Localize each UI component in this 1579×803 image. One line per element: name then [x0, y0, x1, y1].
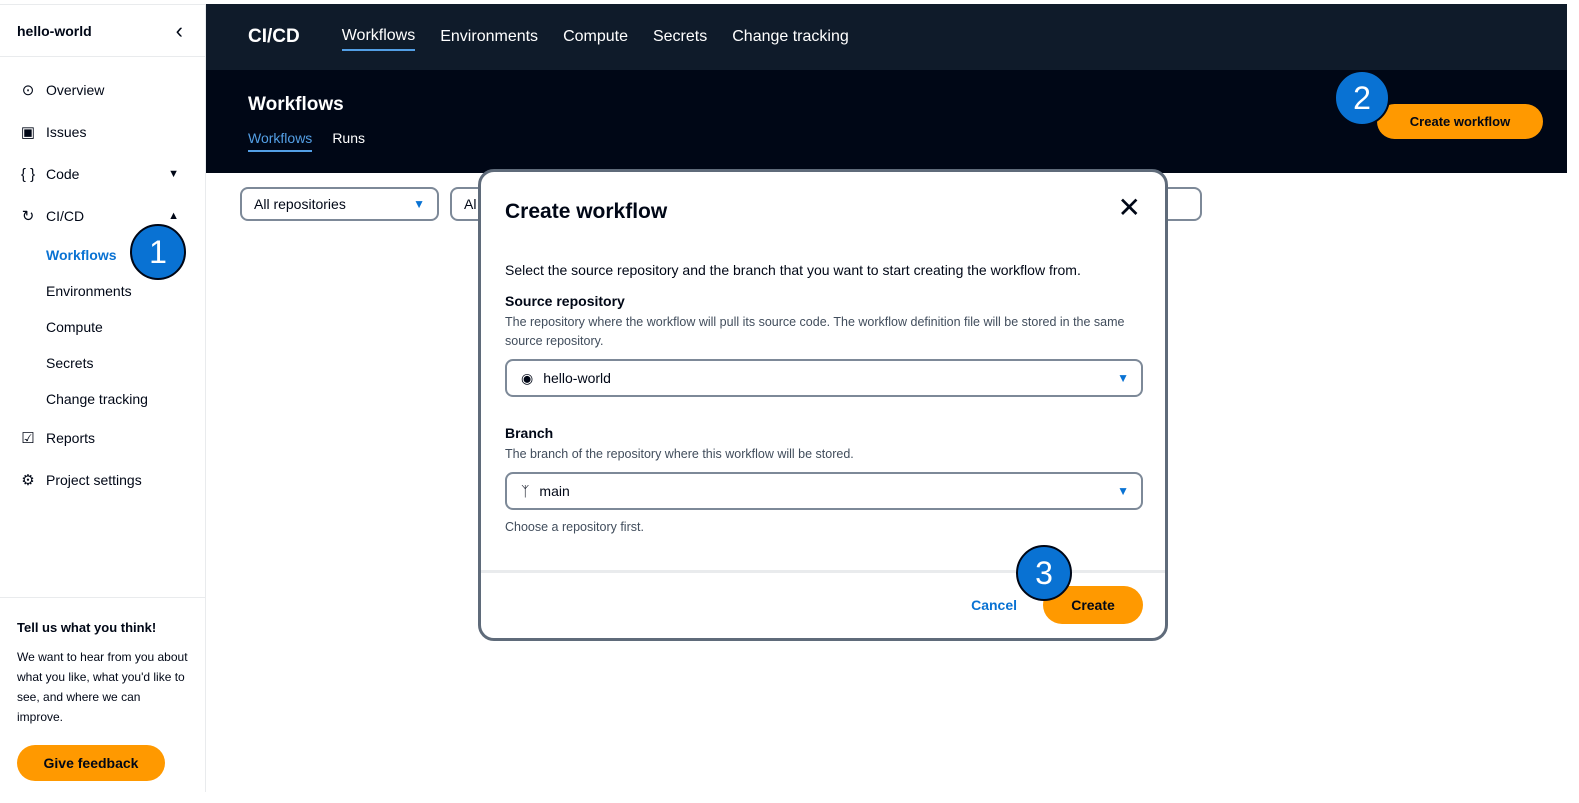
topnav-environments[interactable]: Environments [440, 24, 538, 50]
branch-label: Branch [505, 425, 554, 441]
repository-filter[interactable]: All repositories ▼ [240, 187, 439, 221]
create-workflow-button[interactable]: Create workflow [1377, 104, 1543, 139]
select-value: hello-world [543, 370, 611, 386]
caret-down-icon: ▼ [413, 197, 425, 211]
sidebar-subitem-change-tracking[interactable]: Change tracking [0, 381, 205, 417]
caret-down-icon: ▼ [1117, 371, 1129, 385]
topnav-secrets[interactable]: Secrets [653, 24, 707, 50]
tab-runs[interactable]: Runs [332, 130, 365, 152]
tab-workflows[interactable]: Workflows [248, 130, 313, 152]
source-repository-hint: The repository where the workflow will p… [505, 315, 1125, 348]
topnav-workflows[interactable]: Workflows [341, 23, 416, 51]
caret-down-icon: ▼ [1117, 484, 1129, 498]
give-feedback-button[interactable]: Give feedback [17, 745, 165, 781]
sidebar-item-project-settings[interactable]: ⚙ Project settings [0, 459, 205, 501]
sidebar-item-label: Code [46, 166, 80, 182]
select-value: main [539, 483, 570, 499]
feedback-text: We want to hear from you about what you … [17, 650, 188, 724]
modal-description: Select the source repository and the bra… [505, 262, 1081, 278]
sidebar-header: hello-world ‹ [0, 5, 205, 57]
sidebar-item-code[interactable]: { } Code ▼ [0, 153, 205, 195]
caret-down-icon: ▼ [168, 168, 179, 180]
sidebar-item-label: Overview [46, 82, 105, 98]
step-badge-2: 2 [1334, 70, 1390, 126]
sidebar: hello-world ‹ ⊙ Overview ▣ Issues { } Code ▼… [0, 4, 206, 792]
branch-select[interactable]: ᛉ main ▼ [505, 472, 1143, 510]
checkbox-icon: ☑ [21, 430, 35, 447]
sidebar-item-overview[interactable]: ⊙ Overview [0, 69, 205, 111]
sidebar-item-issues[interactable]: ▣ Issues [0, 111, 205, 153]
step-badge-1: 1 [130, 224, 186, 280]
project-name: hello-world [17, 22, 92, 39]
cancel-button[interactable]: Cancel [971, 597, 1017, 613]
collapse-sidebar-icon[interactable]: ‹ [176, 18, 183, 44]
cycle-icon: ↻ [21, 208, 35, 225]
modal-title: Create workflow [505, 200, 668, 223]
board-icon: ▣ [20, 124, 36, 141]
brand: CI/CD [248, 26, 300, 47]
grid-icon: ⊙ [21, 82, 35, 99]
branch-note: Choose a repository first. [505, 520, 644, 534]
github-icon: ◉ [521, 369, 534, 386]
close-icon[interactable]: ✕ [1118, 194, 1141, 222]
sidebar-item-label: Issues [46, 124, 87, 140]
branch-hint: The branch of the repository where this … [505, 447, 854, 461]
sidebar-item-label: CI/CD [46, 208, 85, 224]
source-repository-select[interactable]: ◉ hello-world ▼ [505, 359, 1143, 397]
caret-up-icon: ▲ [168, 210, 179, 222]
code-icon: { } [20, 165, 36, 183]
sidebar-item-reports[interactable]: ☑ Reports [0, 417, 205, 459]
source-repository-label: Source repository [505, 293, 625, 309]
branch-icon: ᛉ [521, 483, 530, 499]
step-badge-3: 3 [1016, 545, 1072, 601]
filter-value: All repositories [254, 196, 346, 212]
sidebar-item-label: Project settings [46, 472, 142, 488]
topnav-compute[interactable]: Compute [563, 24, 628, 50]
topnav-change-tracking[interactable]: Change tracking [732, 24, 849, 50]
sidebar-subitem-compute[interactable]: Compute [0, 309, 205, 345]
filter-value: Al [464, 196, 477, 212]
top-nav: CI/CD Workflows Environments Compute Sec… [206, 4, 1567, 70]
sidebar-subitem-secrets[interactable]: Secrets [0, 345, 205, 381]
feedback-title: Tell us what you think! [17, 620, 157, 635]
feedback-panel: Tell us what you think! We want to hear … [0, 597, 205, 803]
gear-icon: ⚙ [21, 472, 35, 489]
sidebar-item-label: Reports [46, 430, 96, 446]
sidebar-subitem-environments[interactable]: Environments [0, 273, 205, 309]
